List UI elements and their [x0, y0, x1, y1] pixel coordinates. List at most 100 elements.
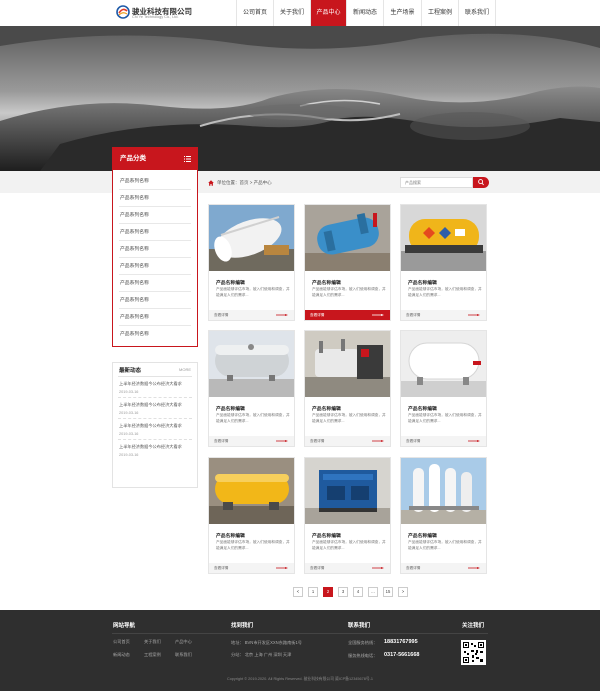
product-image[interactable] — [209, 205, 294, 271]
nav-cases[interactable]: 工程案例 — [421, 0, 458, 26]
product-image[interactable] — [305, 205, 390, 271]
product-image[interactable] — [401, 458, 486, 524]
product-card[interactable]: 产品名称编辑 产品面能够评估市场，被入们使用和调查，并能满足人们的需求... 查… — [208, 330, 295, 447]
news-headline[interactable]: 上半年经济数据今公布经济大看求 — [119, 444, 191, 450]
nav-news[interactable]: 新闻动态 — [346, 0, 383, 26]
footer-phone[interactable]: 18831767995 — [384, 639, 418, 645]
product-detail-bar[interactable]: 查看详情 — [401, 310, 486, 320]
news-item[interactable]: 上半年经济数据今公布经济大看求 2019-03-16 — [118, 440, 192, 460]
product-name[interactable]: 产品名称编辑 — [216, 279, 245, 286]
product-image[interactable] — [401, 331, 486, 397]
category-item[interactable]: 产品系列名称 — [119, 309, 191, 326]
product-detail-bar[interactable]: 查看详情 — [305, 436, 390, 446]
view-detail-link[interactable]: 查看详情 — [406, 313, 420, 318]
product-name[interactable]: 产品名称编辑 — [408, 532, 437, 539]
arrow-right-icon — [372, 567, 384, 569]
view-detail-link[interactable]: 查看详情 — [214, 566, 228, 571]
product-name[interactable]: 产品名称编辑 — [408, 405, 437, 412]
search-button[interactable] — [473, 177, 489, 188]
product-desc: 产品面能够评估市场，被入们使用和调查，并能满足人们的需求... — [312, 540, 386, 550]
view-detail-link[interactable]: 查看详情 — [214, 439, 228, 444]
product-card[interactable]: 产品名称编辑 产品面能够评估市场，被入们使用和调查，并能满足人们的需求... 查… — [304, 330, 391, 447]
product-image[interactable] — [209, 331, 294, 397]
category-item[interactable]: 产品系列名称 — [119, 292, 191, 309]
footer-link-products[interactable]: 产品中心 — [175, 639, 192, 645]
product-detail-bar[interactable]: 查看详情 — [209, 436, 294, 446]
product-image[interactable] — [401, 205, 486, 271]
page-button[interactable]: 1 — [308, 587, 318, 597]
nav-production[interactable]: 生产场景 — [383, 0, 421, 26]
product-desc: 产品面能够评估市场，被入们使用和调查，并能满足人们的需求... — [312, 287, 386, 297]
page-button[interactable]: 3 — [338, 587, 348, 597]
view-detail-link[interactable]: 查看详情 — [310, 313, 324, 318]
footer-link-news[interactable]: 新闻动态 — [113, 652, 130, 658]
footer-link-contact[interactable]: 联系我们 — [175, 652, 192, 658]
category-item[interactable]: 产品系列名称 — [119, 326, 191, 343]
product-detail-bar[interactable]: 查看详情 — [209, 563, 294, 573]
footer-link-home[interactable]: 公司首页 — [113, 639, 130, 645]
product-name[interactable]: 产品名称编辑 — [408, 279, 437, 286]
nav-contact[interactable]: 联系我们 — [458, 0, 496, 26]
category-item[interactable]: 产品系列名称 — [119, 173, 191, 190]
category-header: 产品分类 — [113, 148, 197, 170]
news-item[interactable]: 上半年经济数据今公布经济大看求 2019-03-16 — [118, 377, 192, 398]
product-card[interactable]: 产品名称编辑 产品面能够评估市场，被入们使用和调查，并能满足人们的需求... 查… — [208, 204, 295, 321]
product-desc: 产品面能够评估市场，被入们使用和调查，并能满足人们的需求... — [216, 287, 290, 297]
news-date: 2019-03-16 — [119, 411, 139, 415]
product-detail-bar[interactable]: 查看详情 — [401, 563, 486, 573]
product-detail-bar[interactable]: 查看详情 — [305, 310, 390, 320]
product-image[interactable] — [209, 458, 294, 524]
view-detail-link[interactable]: 查看详情 — [310, 439, 324, 444]
view-detail-link[interactable]: 查看详情 — [406, 566, 420, 571]
product-card[interactable]: 产品名称编辑 产品面能够评估市场，被入们使用和调查，并能满足人们的需求... 查… — [208, 457, 295, 574]
page-button[interactable]: 15 — [383, 587, 393, 597]
product-name[interactable]: 产品名称编辑 — [312, 532, 341, 539]
product-name[interactable]: 产品名称编辑 — [216, 532, 245, 539]
view-detail-link[interactable]: 查看详情 — [406, 439, 420, 444]
nav-products[interactable]: 产品中心 — [310, 0, 346, 26]
category-item[interactable]: 产品系列名称 — [119, 224, 191, 241]
search-input[interactable] — [400, 177, 473, 188]
news-headline[interactable]: 上半年经济数据今公布经济大看求 — [119, 381, 191, 387]
coastline-aerial-image — [0, 26, 600, 171]
category-item[interactable]: 产品系列名称 — [119, 258, 191, 275]
product-detail-bar[interactable]: 查看详情 — [401, 436, 486, 446]
footer-link-about[interactable]: 关于我们 — [144, 639, 161, 645]
product-card[interactable]: 产品名称编辑 产品面能够评估市场，被入们使用和调查，并能满足人们的需求... 查… — [400, 204, 487, 321]
site-header: 骏业科技有限公司 Chi Ye Technology Co., Ltd. 公司首… — [0, 0, 600, 26]
view-detail-link[interactable]: 查看详情 — [310, 566, 324, 571]
arrow-right-icon — [276, 314, 288, 316]
page-next-button[interactable]: > — [398, 587, 408, 597]
category-item[interactable]: 产品系列名称 — [119, 275, 191, 292]
product-name[interactable]: 产品名称编辑 — [312, 279, 341, 286]
product-name[interactable]: 产品名称编辑 — [312, 405, 341, 412]
pagination: < 1 2 3 4 ... 15 > — [293, 587, 413, 597]
product-detail-bar[interactable]: 查看详情 — [305, 563, 390, 573]
product-card[interactable]: 产品名称编辑 产品面能够评估市场，被入们使用和调查，并能满足人们的需求... 查… — [304, 204, 391, 321]
news-headline[interactable]: 上半年经济数据今公布经济大看求 — [119, 402, 191, 408]
product-card[interactable]: 产品名称编辑 产品面能够评估市场，被入们使用和调查，并能满足人们的需求... 查… — [400, 330, 487, 447]
footer-link-cases[interactable]: 工程案例 — [144, 652, 161, 658]
nav-about[interactable]: 关于我们 — [273, 0, 310, 26]
category-item[interactable]: 产品系列名称 — [119, 241, 191, 258]
news-item[interactable]: 上半年经济数据今公布经济大看求 2019-03-16 — [118, 398, 192, 419]
product-card[interactable]: 产品名称编辑 产品面能够评估市场，被入们使用和调查，并能满足人们的需求... 查… — [304, 457, 391, 574]
category-item[interactable]: 产品系列名称 — [119, 207, 191, 224]
page-button-current[interactable]: 2 — [323, 587, 333, 597]
page-button[interactable]: 4 — [353, 587, 363, 597]
footer-tel[interactable]: 0317-5661668 — [384, 652, 419, 658]
view-detail-link[interactable]: 查看详情 — [214, 313, 228, 318]
company-logo-icon[interactable] — [116, 5, 130, 19]
category-item[interactable]: 产品系列名称 — [119, 190, 191, 207]
product-name[interactable]: 产品名称编辑 — [216, 405, 245, 412]
product-detail-bar[interactable]: 查看详情 — [209, 310, 294, 320]
nav-home[interactable]: 公司首页 — [236, 0, 273, 26]
news-more-link[interactable]: MORE — [179, 367, 191, 372]
product-image[interactable] — [305, 331, 390, 397]
news-headline[interactable]: 上半年经济数据今公布经济大看求 — [119, 423, 191, 429]
product-image[interactable] — [305, 458, 390, 524]
product-card[interactable]: 产品名称编辑 产品面能够评估市场，被入们使用和调查，并能满足人们的需求... 查… — [400, 457, 487, 574]
news-item[interactable]: 上半年经济数据今公布经济大看求 2019-03-16 — [118, 419, 192, 440]
page-prev-button[interactable]: < — [293, 587, 303, 597]
breadcrumb-text[interactable]: 单位位置：首页 > 产品中心 — [217, 180, 272, 186]
